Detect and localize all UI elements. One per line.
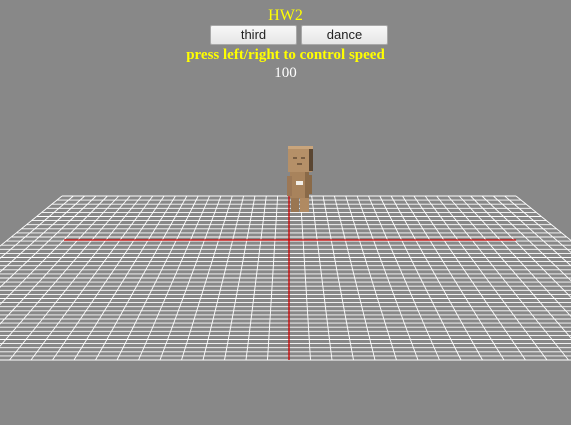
third-person-button[interactable]: third — [210, 25, 297, 45]
robot-left-leg — [291, 196, 299, 212]
speed-value: 100 — [274, 65, 297, 81]
view-controls: third dance — [0, 25, 571, 45]
webgl-viewport[interactable]: HW2 third dance press left/right to cont… — [0, 0, 571, 425]
robot-chest-label — [296, 181, 303, 185]
speed-instructions: press left/right to control speed — [186, 47, 385, 63]
robot-right-arm — [307, 175, 312, 194]
robot-left-arm — [287, 176, 292, 196]
floor-grid — [0, 195, 571, 361]
robot-head-side — [309, 148, 313, 171]
robot-head-top — [288, 146, 313, 149]
dance-button[interactable]: dance — [301, 25, 388, 45]
page-title: HW2 — [268, 7, 303, 24]
robot-character — [287, 146, 313, 212]
robot-head — [288, 147, 312, 172]
